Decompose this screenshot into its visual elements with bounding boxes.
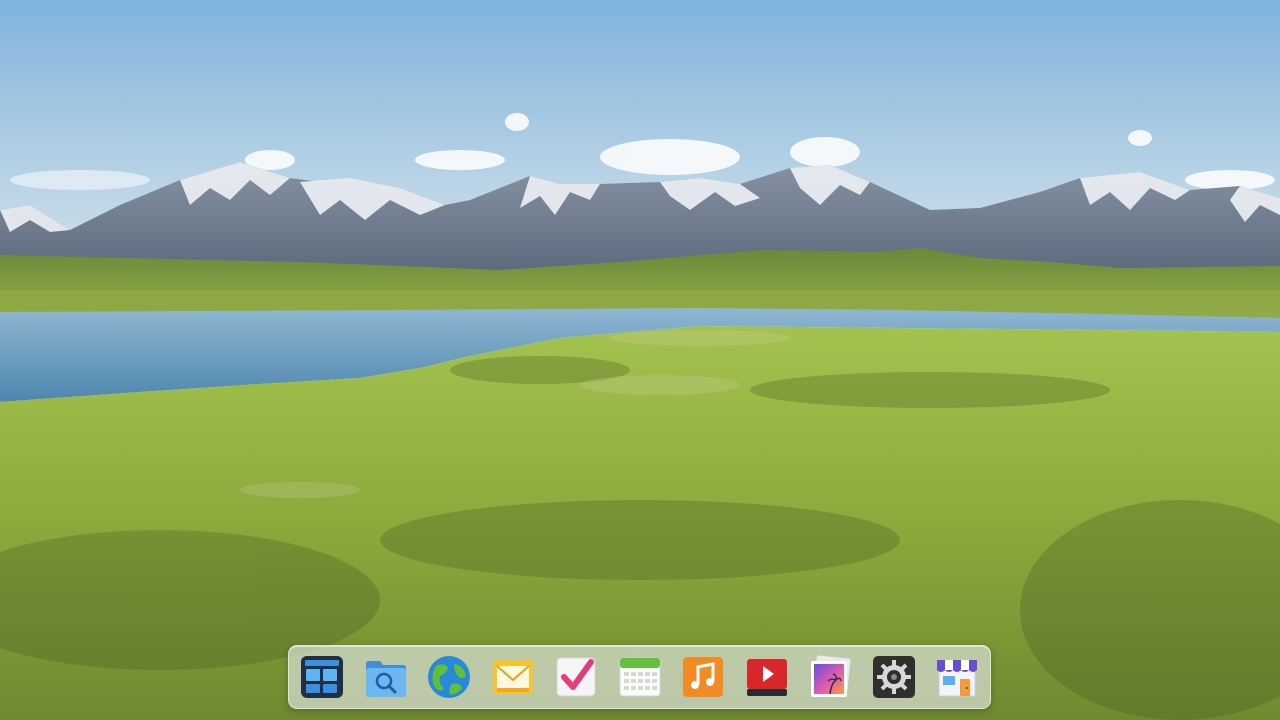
store-icon[interactable] bbox=[934, 654, 980, 700]
folder-search-icon[interactable] bbox=[363, 654, 409, 700]
photos-icon[interactable] bbox=[807, 654, 853, 700]
desktop-wallpaper bbox=[0, 0, 1280, 720]
mail-envelope-icon[interactable] bbox=[490, 654, 536, 700]
music-note-icon[interactable] bbox=[680, 654, 726, 700]
dock bbox=[288, 645, 991, 709]
desktop[interactable] bbox=[0, 0, 1280, 720]
checkmark-icon[interactable] bbox=[553, 654, 599, 700]
play-icon[interactable] bbox=[744, 654, 790, 700]
globe-icon[interactable] bbox=[426, 654, 472, 700]
multitasking-icon[interactable] bbox=[299, 654, 345, 700]
calendar-icon[interactable] bbox=[617, 654, 663, 700]
gear-icon[interactable] bbox=[871, 654, 917, 700]
